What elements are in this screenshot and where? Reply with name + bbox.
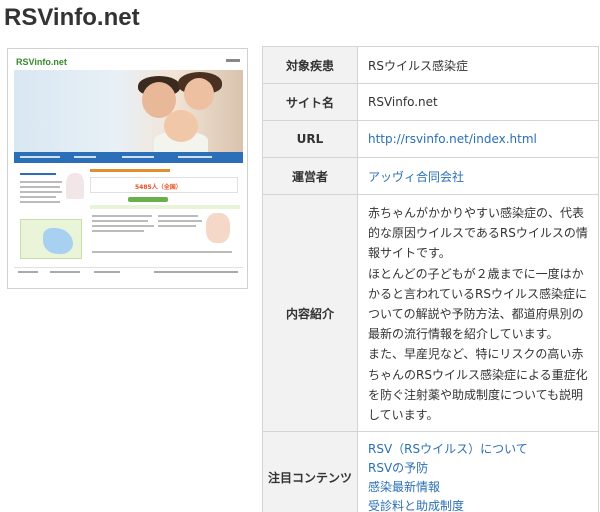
table-row: 対象疾患 RSウイルス感染症 [262,46,599,84]
featured-link-latest-info[interactable]: 感染最新情報 [368,478,588,497]
table-row: サイト名 RSVinfo.net [262,83,599,121]
featured-link-prevention[interactable]: RSVの予防 [368,459,588,478]
table-row: URL http://rsvinfo.net/index.html [262,120,599,158]
site-thumbnail[interactable]: RSVinfo.net 5485人（全国） [7,48,248,289]
table-row: 運営者 アッヴィ合同会社 [262,157,599,195]
row-header-operator: 運営者 [262,157,358,195]
site-info-table: 対象疾患 RSウイルス感染症 サイト名 RSVinfo.net URL http… [262,46,599,512]
thumbnail-nav [14,152,243,163]
disease-value: RSウイルス感染症 [357,46,599,84]
description-cell: 赤ちゃんがかかりやすい感染症の、代表的な原因ウイルスであるRSウイルスの情報サイ… [357,193,599,433]
table-row: 注目コンテンツ RSV（RSウイルス）について RSVの予防 感染最新情報 受診… [262,431,599,512]
operator-link[interactable]: アッヴィ合同会社 [368,170,464,184]
table-row: 内容紹介 赤ちゃんがかかりやすい感染症の、代表的な原因ウイルスであるRSウイルス… [262,193,599,433]
row-header-disease: 対象疾患 [262,46,358,84]
row-header-site-name: サイト名 [262,83,358,121]
thumbnail-content: 5485人（全国） [14,165,243,265]
featured-link-about-rsv[interactable]: RSV（RSウイルス）について [368,440,588,459]
description-paragraph: また、早産児など、特にリスクの高い赤ちゃんのRSウイルス感染症による重症化を防ぐ… [368,347,588,423]
featured-link-fees-subsidy[interactable]: 受診料と助成制度 [368,497,588,512]
featured-links-cell: RSV（RSウイルス）について RSVの予防 感染最新情報 受診料と助成制度 [357,431,599,512]
description-paragraph: ほとんどの子どもが２歳までに一度はかかると言われているRSウイルス感染症について… [368,266,587,342]
page-title: RSVinfo.net [4,4,140,31]
row-header-url: URL [262,120,358,158]
thumbnail-logo: RSVinfo.net [16,57,67,67]
thumbnail-count: 5485人（全国） [135,184,182,191]
thumbnail-header: RSVinfo.net [14,55,243,69]
site-name-value: RSVinfo.net [357,83,599,121]
site-url-link[interactable]: http://rsvinfo.net/index.html [368,132,537,146]
row-header-description: 内容紹介 [262,193,358,433]
description-paragraph: 赤ちゃんがかかりやすい感染症の、代表的な原因ウイルスであるRSウイルスの情報サイ… [368,206,588,261]
row-header-featured: 注目コンテンツ [262,431,358,512]
thumbnail-hero-image [14,70,243,152]
